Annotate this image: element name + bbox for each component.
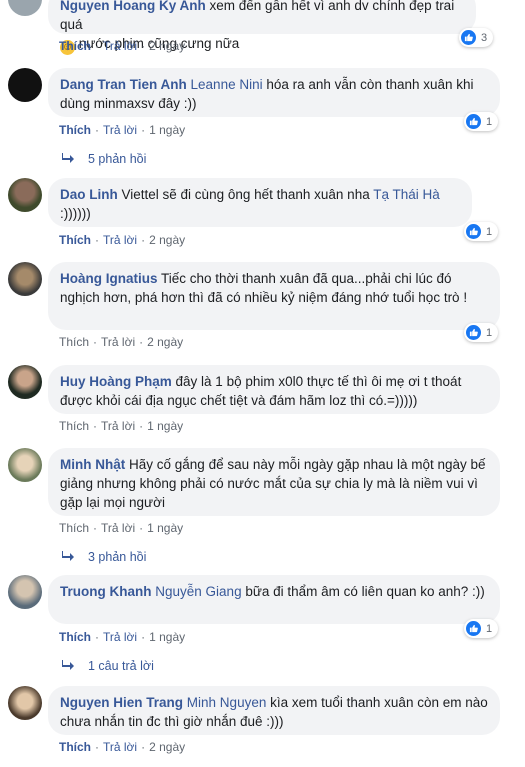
comment-time[interactable]: 1 ngày [147, 419, 183, 433]
comment-actions: Thích · Trả lời · 2 ngày [59, 233, 186, 247]
like-button[interactable]: Thích [59, 521, 89, 535]
like-button[interactable]: Thích [59, 419, 89, 433]
like-button[interactable]: Thích [59, 233, 91, 247]
comment-actions: Thích · Trả lời · 1 ngày [59, 123, 186, 137]
comment-author[interactable]: Minh Nhật [60, 457, 125, 472]
comment-bubble: Nguyen Hien Trang Minh Nguyen kìa xem tu… [48, 686, 500, 735]
avatar[interactable] [8, 365, 42, 399]
reaction-count[interactable]: 1 [464, 619, 499, 638]
comment-bubble: Truong Khanh Nguyễn Giang bữa đi thẩm âm… [48, 575, 500, 624]
comment-actions: Thích · Trả lời · 2 ngày [59, 740, 186, 754]
comment-time[interactable]: 2 ngày [149, 39, 185, 53]
comment-bubble: Nguyen Hoang Ky Anh xem đến gần hết vì a… [48, 0, 476, 55]
like-button[interactable]: Thích [59, 630, 91, 644]
like-button[interactable]: Thích [59, 740, 91, 754]
comment-author[interactable]: Hoàng Ignatius [60, 271, 158, 286]
reply-arrow-icon [62, 659, 76, 673]
comment-author[interactable]: Dao Linh [60, 187, 118, 202]
comment-bubble: Hoàng Ignatius Tiếc cho thời thanh xuân … [48, 262, 500, 330]
avatar[interactable] [8, 262, 42, 296]
comment-author[interactable]: Nguyen Hien Trang [60, 695, 183, 710]
reply-button[interactable]: Trả lời [103, 39, 137, 53]
avatar[interactable] [8, 0, 42, 16]
reply-button[interactable]: Trả lời [101, 521, 135, 535]
reaction-count[interactable]: 1 [464, 112, 499, 131]
avatar[interactable] [8, 686, 42, 720]
comment-mention[interactable]: Leanne Nini [191, 77, 263, 92]
comment-text: Viettel sẽ đi cùng ông hết thanh xuân nh… [121, 187, 370, 202]
avatar[interactable] [8, 178, 42, 212]
reply-arrow-icon [62, 550, 76, 564]
comment-actions: Thích · Trả lời · 2 ngày [59, 335, 184, 349]
comment-actions: Thích · Trả lời · 2 ngày [59, 39, 186, 53]
comment-mention[interactable]: Tạ Thái Hà [373, 187, 440, 202]
comment-time[interactable]: 1 ngày [149, 630, 185, 644]
comment-text: :)))))) [60, 206, 91, 221]
comment-author[interactable]: Huy Hoàng Phạm [60, 374, 172, 389]
reply-button[interactable]: Trả lời [103, 123, 137, 137]
reply-arrow-icon [62, 152, 76, 166]
like-icon [466, 224, 481, 239]
view-replies-link[interactable]: 3 phản hồi [62, 550, 146, 564]
comment-bubble: Minh Nhật Hãy cố gắng để sau này mỗi ngà… [48, 448, 500, 516]
like-button[interactable]: Thích [59, 123, 91, 137]
avatar[interactable] [8, 575, 42, 609]
avatar[interactable] [8, 68, 42, 102]
reply-button[interactable]: Trả lời [103, 630, 137, 644]
reply-button[interactable]: Trả lời [103, 233, 137, 247]
comment-mention[interactable]: Minh Nguyen [187, 695, 267, 710]
comment-bubble: Dang Tran Tien Anh Leanne Nini hóa ra an… [48, 68, 500, 117]
like-icon [466, 621, 481, 636]
comment-time[interactable]: 2 ngày [147, 335, 183, 349]
comment-actions: Thích · Trả lời · 1 ngày [59, 630, 186, 644]
reply-button[interactable]: Trả lời [101, 335, 135, 349]
reaction-count[interactable]: 1 [464, 323, 499, 342]
comment-time[interactable]: 1 ngày [147, 521, 183, 535]
reply-button[interactable]: Trả lời [101, 419, 135, 433]
avatar[interactable] [8, 448, 42, 482]
view-replies-link[interactable]: 1 câu trả lời [62, 659, 154, 673]
reaction-count[interactable]: 1 [464, 222, 499, 241]
comment-actions: Thích · Trả lời · 1 ngày [59, 419, 184, 433]
comment-author[interactable]: Nguyen Hoang Ky Anh [60, 0, 206, 13]
like-icon [466, 114, 481, 129]
comment-time[interactable]: 1 ngày [149, 123, 185, 137]
like-button[interactable]: Thích [59, 335, 89, 349]
comment-mention[interactable]: Nguyễn Giang [155, 584, 241, 599]
like-button[interactable]: Thích [59, 39, 91, 53]
view-replies-link[interactable]: 5 phản hồi [62, 152, 146, 166]
comment-time[interactable]: 2 ngày [149, 233, 185, 247]
comment-author[interactable]: Dang Tran Tien Anh [60, 77, 187, 92]
comment-bubble: Dao Linh Viettel sẽ đi cùng ông hết than… [48, 178, 472, 227]
like-icon [461, 30, 476, 45]
reply-button[interactable]: Trả lời [103, 740, 137, 754]
comment-actions: Thích · Trả lời · 1 ngày [59, 521, 184, 535]
reaction-count[interactable]: 3 [459, 28, 494, 47]
comment-author[interactable]: Truong Khanh [60, 584, 152, 599]
like-icon [466, 325, 481, 340]
comment-bubble: Huy Hoàng Phạm đây là 1 bộ phim x0l0 thự… [48, 365, 500, 414]
comment-text: bữa đi thẩm âm có liên quan ko anh? :)) [245, 584, 485, 599]
comment-time[interactable]: 2 ngày [149, 740, 185, 754]
